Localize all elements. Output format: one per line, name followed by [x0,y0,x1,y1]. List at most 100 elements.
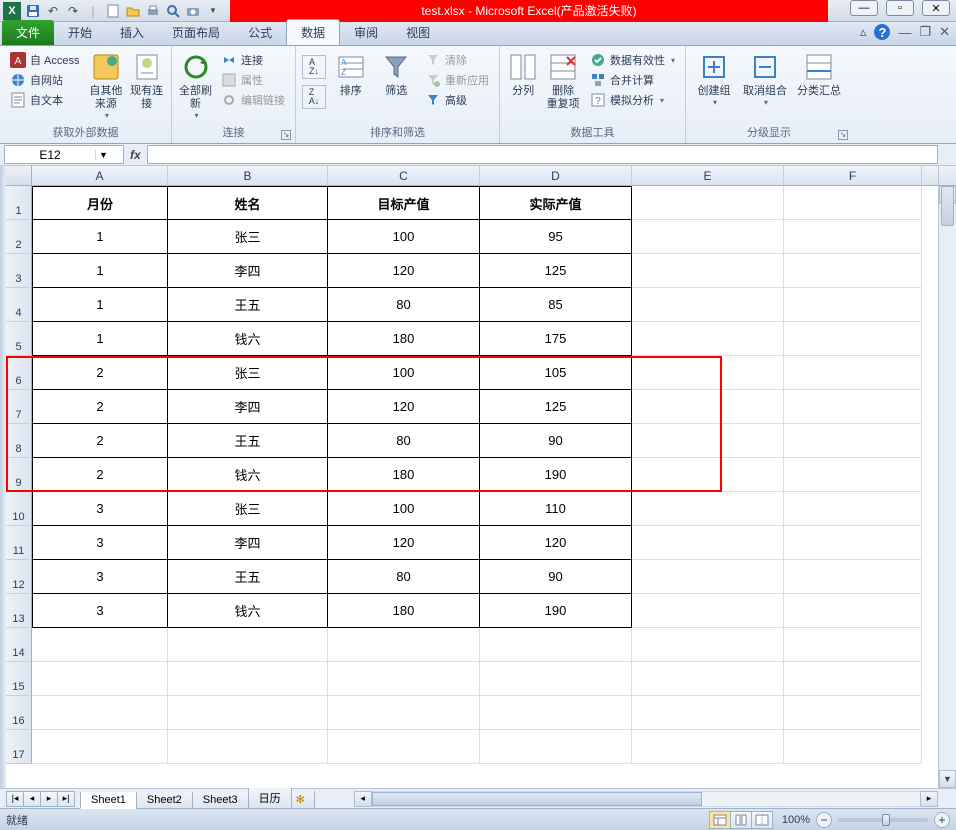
save-icon[interactable] [24,2,42,20]
cell[interactable] [632,628,784,662]
row-header[interactable]: 17 [6,730,32,764]
scroll-down-icon[interactable]: ▼ [939,770,956,788]
quickprint-icon[interactable] [144,2,162,20]
col-header-F[interactable]: F [784,166,922,185]
row-header[interactable]: 12 [6,560,32,594]
cell[interactable]: 120 [480,526,632,560]
name-box-dropdown-icon[interactable]: ▼ [95,150,111,160]
cell[interactable]: 85 [480,288,632,322]
maximize-button[interactable]: ▫ [886,0,914,16]
cell[interactable] [328,628,480,662]
hscroll-left-icon[interactable]: ◂ [354,791,372,807]
sort-az-button[interactable]: AZ↓ [302,55,326,79]
cell[interactable]: 125 [480,254,632,288]
cell[interactable] [632,186,784,220]
workbook-close-icon[interactable]: ✕ [939,24,950,40]
col-header-E[interactable]: E [632,166,784,185]
row-header[interactable]: 14 [6,628,32,662]
text2col-button[interactable]: 分列 [506,49,540,98]
cell[interactable]: 月份 [32,186,168,220]
validation-button[interactable]: 数据有效性▾ [586,51,679,69]
cell[interactable] [168,696,328,730]
hscroll-track[interactable] [372,791,920,807]
reapply-button[interactable]: 重新应用 [421,71,493,89]
cell[interactable]: 80 [328,560,480,594]
cell[interactable] [784,254,922,288]
row-header[interactable]: 8 [6,424,32,458]
dedup-button[interactable]: 删除 重复项 [544,49,582,111]
hscroll-thumb[interactable] [372,792,702,806]
cell[interactable] [632,220,784,254]
cell[interactable] [784,288,922,322]
cell[interactable] [632,356,784,390]
cell[interactable] [632,458,784,492]
connections-button[interactable]: 连接 [217,51,289,69]
row-header[interactable]: 3 [6,254,32,288]
cell[interactable] [632,730,784,764]
row-header[interactable]: 5 [6,322,32,356]
cell[interactable] [480,628,632,662]
cell[interactable]: 李四 [168,390,328,424]
cell[interactable]: 180 [328,594,480,628]
cell[interactable]: 张三 [168,220,328,254]
cell[interactable] [632,390,784,424]
row-header[interactable]: 2 [6,220,32,254]
refresh-all-button[interactable]: 全部刷新▾ [178,49,213,120]
cell[interactable]: 王五 [168,560,328,594]
cell[interactable] [632,560,784,594]
advanced-button[interactable]: 高级 [421,91,493,109]
cell[interactable]: 1 [32,288,168,322]
cell[interactable]: 姓名 [168,186,328,220]
clear-button[interactable]: 清除 [421,51,493,69]
cell[interactable]: 3 [32,526,168,560]
name-box[interactable]: ▼ [4,145,124,164]
cell[interactable]: 110 [480,492,632,526]
cell[interactable]: 190 [480,458,632,492]
cell[interactable]: 90 [480,560,632,594]
row-header[interactable]: 4 [6,288,32,322]
tab-file[interactable]: 文件 [2,20,54,45]
cell[interactable] [328,730,480,764]
cell[interactable] [784,492,922,526]
cell[interactable]: 2 [32,424,168,458]
horizontal-scrollbar[interactable]: ◂ ▸ [354,791,938,807]
vertical-scrollbar[interactable]: ▲ ▼ [938,166,956,788]
sheet-tab-Sheet1[interactable]: Sheet1 [80,792,137,809]
insert-sheet-icon[interactable]: ✻ [291,791,315,809]
zoom-slider[interactable] [838,818,928,822]
cell[interactable] [784,356,922,390]
ungroup-button[interactable]: 取消组合▾ [740,49,790,107]
from-other-button[interactable]: 自其他来源▾ [88,49,125,120]
cell[interactable] [784,220,922,254]
zoom-out-button[interactable]: − [816,812,832,828]
col-header-A[interactable]: A [32,166,168,185]
cell[interactable] [784,730,922,764]
cell[interactable] [784,526,922,560]
consolidate-button[interactable]: 合并计算 [586,71,679,89]
sheet-next-icon[interactable]: ▸ [40,791,58,807]
cell[interactable]: 100 [328,492,480,526]
tab-review[interactable]: 审阅 [340,20,392,45]
cell[interactable] [632,254,784,288]
editlinks-button[interactable]: 编辑链接 [217,91,289,109]
new-icon[interactable] [104,2,122,20]
cell[interactable] [32,730,168,764]
zoom-in-button[interactable]: + [934,812,950,828]
sheet-last-icon[interactable]: ▸| [57,791,75,807]
view-pagebreak-icon[interactable] [751,811,773,829]
zoom-percent[interactable]: 100% [782,814,810,826]
from-web-button[interactable]: 自网站 [6,71,84,89]
cell[interactable]: 80 [328,288,480,322]
minimize-button[interactable]: — [850,0,878,16]
help-icon[interactable]: ? [874,24,890,40]
cell[interactable]: 2 [32,356,168,390]
preview-icon[interactable] [164,2,182,20]
outline-dialog-launcher[interactable]: ↘ [838,130,848,140]
zoom-slider-handle[interactable] [882,814,890,826]
cell[interactable] [32,696,168,730]
group-button[interactable]: 创建组▾ [692,49,736,107]
cell[interactable] [632,526,784,560]
cell[interactable]: 100 [328,356,480,390]
cell[interactable] [784,696,922,730]
from-access-button[interactable]: A自 Access [6,51,84,69]
